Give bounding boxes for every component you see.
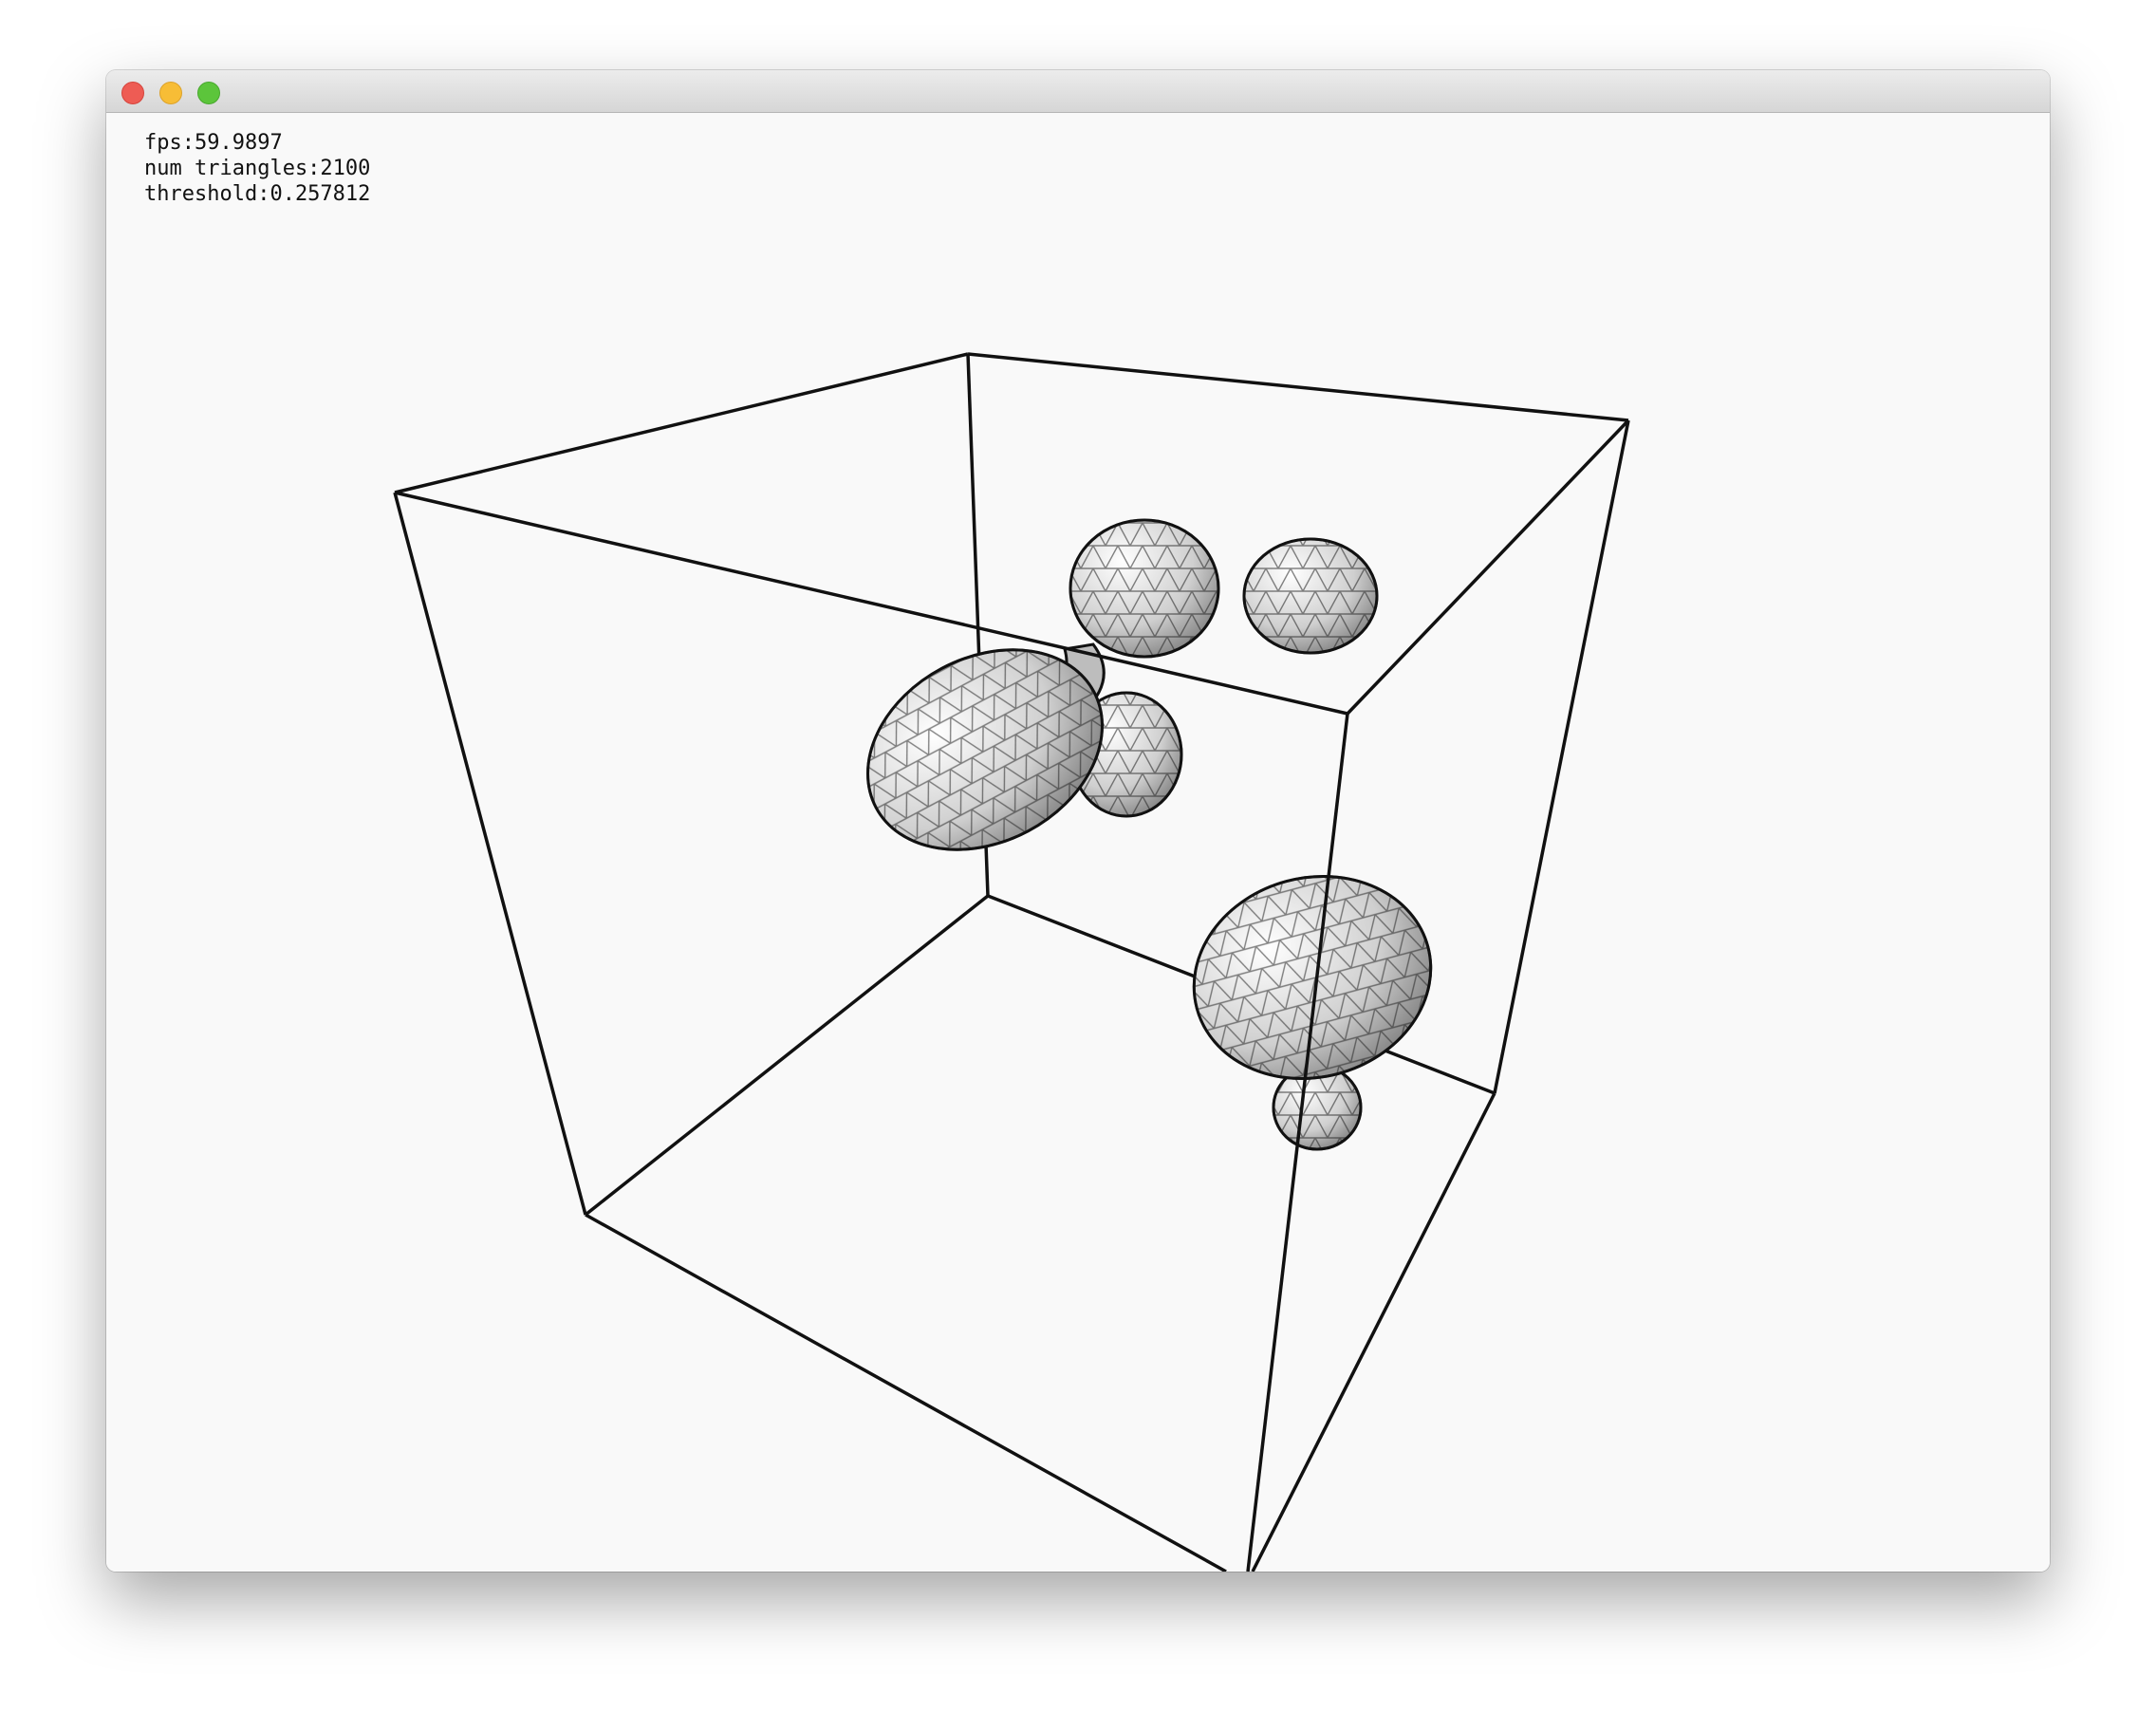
cube-edge: [1493, 419, 1630, 1094]
minimize-dot-icon[interactable]: [159, 82, 182, 104]
cube-edge: [967, 352, 1629, 422]
cube-edge: [584, 894, 990, 1217]
metaball-wireframe: [1069, 518, 1220, 659]
cube-edge: [394, 352, 969, 494]
cube-edge: [1346, 419, 1630, 716]
zoom-dot-icon[interactable]: [197, 82, 220, 104]
metaball-scene: [393, 352, 1630, 1572]
cube-edge: [393, 492, 587, 1216]
render-canvas[interactable]: fps:59.9897 num triangles:2100 threshold…: [106, 113, 2050, 1572]
cube-edge: [585, 1213, 1227, 1572]
title-bar[interactable]: [106, 70, 2050, 113]
bounding-cube-front: [393, 419, 1630, 1572]
close-dot-icon[interactable]: [121, 82, 144, 104]
metaball-wireframe: [1242, 537, 1379, 655]
app-window: fps:59.9897 num triangles:2100 threshold…: [106, 70, 2050, 1572]
cube-edge: [1251, 1092, 1496, 1572]
metaball-wireframe: [1192, 874, 1433, 1081]
